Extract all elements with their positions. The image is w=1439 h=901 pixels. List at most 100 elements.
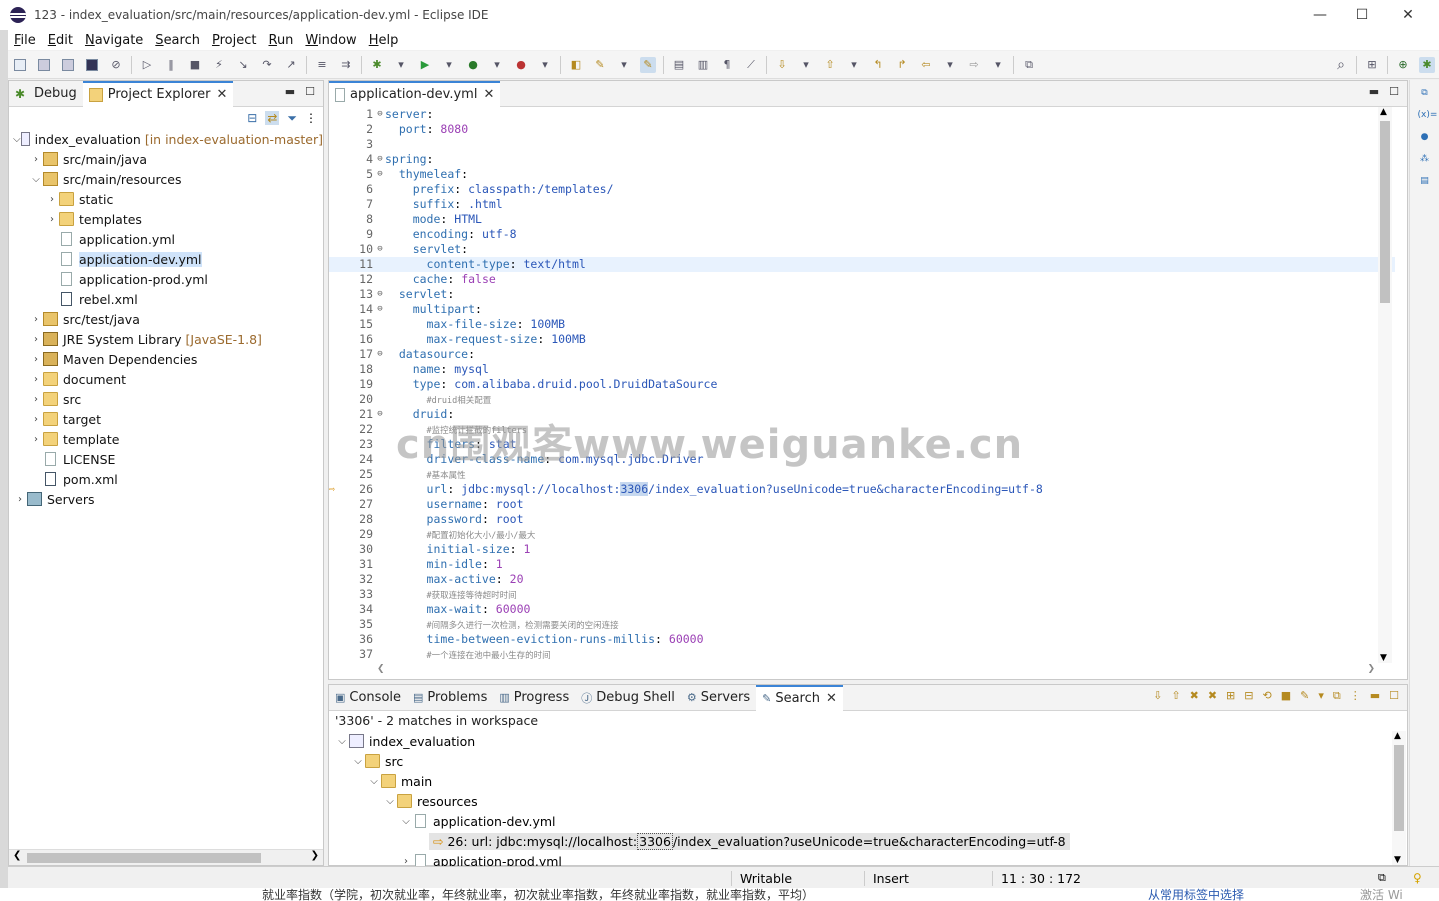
scroll-left-icon[interactable]: ❮	[13, 850, 21, 861]
debug-dropdown-icon[interactable]: ▾	[393, 57, 409, 73]
next-match-icon[interactable]: ⇩	[1153, 689, 1162, 703]
code-line[interactable]: ⇨ 26 url: jdbc:mysql://localhost:3306/ind…	[329, 482, 1395, 497]
tip-icon[interactable]: ♀	[1413, 871, 1422, 885]
next-annotation-dropdown-icon[interactable]: ▾	[798, 57, 814, 73]
debug-perspective-icon[interactable]: ✱	[1419, 56, 1435, 73]
suspend-icon[interactable]: ‖	[163, 57, 179, 73]
search-scroll-thumb[interactable]	[1394, 745, 1404, 831]
code-line[interactable]: 15 max-file-size: 100MB	[329, 317, 1395, 332]
search-match-row[interactable]: ⇨ 26: url: jdbc:mysql://localhost: 3306/i…	[329, 831, 1407, 851]
restore-icon[interactable]: ⧉	[1418, 88, 1432, 102]
code-line[interactable]: 31 min-idle: 1	[329, 557, 1395, 572]
drop-frame-icon[interactable]: ≡	[314, 57, 330, 73]
toggle-mark-occurrences-icon[interactable]: ✎	[640, 56, 656, 73]
minimize-pane-icon[interactable]: ▬	[1370, 689, 1380, 703]
expanded-arrow-icon[interactable]: ⌵	[383, 796, 397, 807]
fold-toggle-icon[interactable]: ⊖	[375, 287, 385, 302]
code-line[interactable]: 7 suffix: .html	[329, 197, 1395, 212]
breakpoints-icon[interactable]: ●	[1418, 132, 1432, 146]
fold-toggle-icon[interactable]: ⊖	[375, 407, 385, 422]
close-editor-tab-icon[interactable]: ✕	[483, 87, 494, 102]
search-tree-item[interactable]: ⌵ src	[329, 751, 1407, 771]
code-line[interactable]: 27 username: root	[329, 497, 1395, 512]
toggle-breadcrumb-icon[interactable]: ▤	[671, 57, 687, 73]
collapsed-arrow-icon[interactable]: ›	[29, 154, 43, 165]
previous-match-icon[interactable]: ⇧	[1171, 689, 1180, 703]
java-ee-perspective-icon[interactable]: ⊕	[1395, 57, 1411, 73]
tab-progress[interactable]: ▥ Progress	[493, 685, 575, 711]
tree-item[interactable]: › template	[9, 429, 323, 449]
tree-item[interactable]: ⌵ index_evaluation [in index-evaluation-ma…	[9, 129, 323, 149]
search-tool-icon[interactable]: ✎	[592, 57, 608, 73]
expanded-arrow-icon[interactable]: ⌵	[351, 756, 365, 767]
code-line[interactable]: 3	[329, 137, 1395, 152]
tree-item[interactable]: › document	[9, 369, 323, 389]
explorer-horizontal-scrollbar[interactable]: ❮ ❯	[9, 849, 323, 865]
tree-item[interactable]: application-prod.yml	[9, 269, 323, 289]
remove-match-icon[interactable]: ✖	[1190, 689, 1199, 703]
fold-toggle-icon[interactable]: ⊖	[375, 302, 385, 317]
code-line[interactable]: 8 mode: HTML	[329, 212, 1395, 227]
collapsed-arrow-icon[interactable]: ›	[29, 314, 43, 325]
minimize-pane-icon[interactable]: ▬	[285, 85, 295, 98]
code-line[interactable]: 35 #间隔多久进行一次检测，检测需要关闭的空闲连接	[329, 617, 1395, 632]
code-line[interactable]: 13 ⊖ servlet:	[329, 287, 1395, 302]
search-dropdown-icon[interactable]: ▾	[616, 57, 632, 73]
search-vertical-scrollbar[interactable]: ▲ ▼	[1392, 731, 1406, 865]
code-line[interactable]: 6 prefix: classpath:/templates/	[329, 182, 1395, 197]
code-line[interactable]: 1 ⊖ server:	[329, 107, 1395, 122]
outline-icon[interactable]: ▤	[1418, 176, 1432, 190]
code-line[interactable]: 17 ⊖ datasource:	[329, 347, 1395, 362]
fold-toggle-icon[interactable]: ⊖	[375, 167, 385, 182]
scroll-right-icon[interactable]: ❯	[1367, 664, 1375, 674]
search-tree-item[interactable]: ⌵ main	[329, 771, 1407, 791]
scroll-left-icon[interactable]: ❮	[377, 664, 385, 674]
maximize-button[interactable]: ☐	[1339, 0, 1385, 30]
menu-file[interactable]: File	[8, 33, 42, 48]
code-line[interactable]: 32 max-active: 20	[329, 572, 1395, 587]
search-history-icon[interactable]: ✎	[1300, 689, 1309, 703]
scrollbar-thumb[interactable]	[27, 853, 261, 863]
use-step-filters-icon[interactable]: ⇉	[338, 57, 354, 73]
editor-horizontal-scrollbar[interactable]: ❮ ❯	[369, 664, 1379, 678]
menu-run[interactable]: Run	[262, 33, 299, 48]
save-icon[interactable]	[36, 57, 52, 73]
view-menu-icon[interactable]: ⋮	[305, 111, 317, 125]
editor-scroll-thumb[interactable]	[1380, 121, 1390, 303]
code-line[interactable]: 30 initial-size: 1	[329, 542, 1395, 557]
code-line[interactable]: 11 content-type: text/html	[329, 257, 1395, 272]
progress-icon[interactable]: ⧉	[1378, 871, 1386, 885]
code-area[interactable]: 1 ⊖ server: 2 port: 8080 3 4 ⊖ spring: 5 ⊖ thymel…	[329, 107, 1395, 663]
fold-toggle-icon[interactable]: ⊖	[375, 152, 385, 167]
tree-item[interactable]: LICENSE	[9, 449, 323, 469]
run-search-again-icon[interactable]: ⟲	[1262, 689, 1271, 703]
pin-search-icon[interactable]: ⧉	[1333, 689, 1341, 703]
fold-toggle-icon[interactable]: ⊖	[375, 242, 385, 257]
minimize-editor-icon[interactable]: ▬	[1369, 85, 1379, 98]
step-return-icon[interactable]: ↗	[283, 57, 299, 73]
tree-item[interactable]: pom.xml	[9, 469, 323, 489]
scroll-down-icon[interactable]: ▼	[1380, 653, 1387, 663]
code-line[interactable]: 19 type: com.alibaba.druid.pool.DruidDat…	[329, 377, 1395, 392]
code-line[interactable]: 5 ⊖ thymeleaf:	[329, 167, 1395, 182]
filter-icon[interactable]: ⏷	[287, 111, 297, 126]
debug-icon[interactable]: ✱	[369, 57, 385, 73]
scroll-up-icon[interactable]: ▲	[1394, 731, 1401, 741]
code-line[interactable]: 24 driver-class-name: com.mysql.jdbc.Dri…	[329, 452, 1395, 467]
collapse-all-icon[interactable]: ⊟	[1244, 689, 1253, 703]
scroll-right-icon[interactable]: ❯	[311, 850, 319, 861]
menu-search[interactable]: Search	[149, 33, 206, 48]
search-tree-item[interactable]: ⌵ resources	[329, 791, 1407, 811]
coverage-dropdown-icon[interactable]: ▾	[489, 57, 505, 73]
tree-item[interactable]: › Maven Dependencies	[9, 349, 323, 369]
tab-debug-shell[interactable]: Ⓙ Debug Shell	[575, 685, 681, 711]
terminal-icon[interactable]	[84, 57, 100, 73]
code-line[interactable]: 29 #配置初始化大小/最小/最大	[329, 527, 1395, 542]
code-line[interactable]: 21 ⊖ druid:	[329, 407, 1395, 422]
code-line[interactable]: 2 port: 8080	[329, 122, 1395, 137]
pin-editor-icon[interactable]: ⧉	[1021, 57, 1037, 73]
tree-item[interactable]: ⌵ src/main/resources	[9, 169, 323, 189]
tree-item[interactable]: › src/test/java	[9, 309, 323, 329]
code-line[interactable]: 23 filters: stat	[329, 437, 1395, 452]
code-line[interactable]: 14 ⊖ multipart:	[329, 302, 1395, 317]
